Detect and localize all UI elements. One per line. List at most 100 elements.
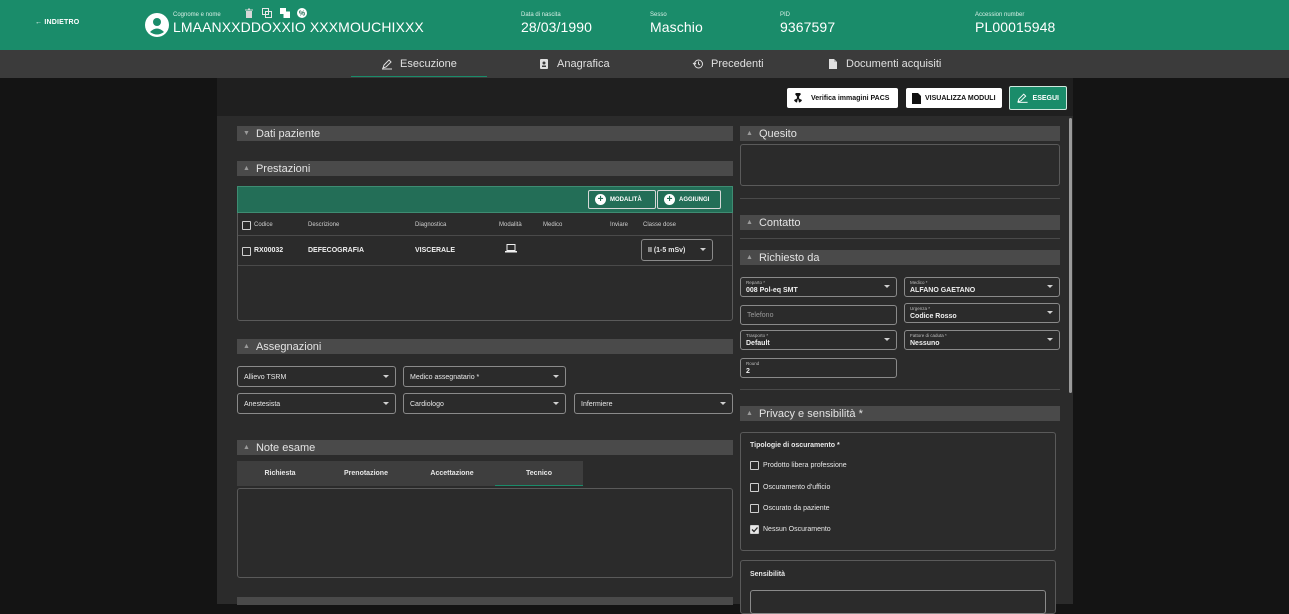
section-privacy[interactable]: ▲ Privacy e sensibilità * <box>740 406 1060 421</box>
chevron-down-icon <box>700 248 706 251</box>
svg-text:%: % <box>299 11 306 18</box>
plus-icon: + <box>595 194 606 205</box>
chevron-up-icon: ▲ <box>746 130 753 137</box>
id-card-icon <box>540 59 548 69</box>
tab-documenti-acquisiti[interactable]: Documenti acquisiti <box>827 50 941 78</box>
section-quesito[interactable]: ▲ Quesito <box>740 126 1060 141</box>
main-tabs: Esecuzione Anagrafica Precedenti Documen… <box>0 50 1289 78</box>
fattore-caduta-select[interactable]: Fattore di caduta * Nessuno <box>904 330 1060 350</box>
checkbox[interactable] <box>750 461 759 470</box>
document-icon <box>912 92 921 104</box>
plus-icon: + <box>664 194 675 205</box>
modalita-button[interactable]: + MODALITÀ <box>588 190 656 209</box>
section-dati-paziente[interactable]: ▼ Dati paziente <box>237 126 733 141</box>
back-button[interactable]: ← INDIETRO <box>35 19 79 26</box>
trasporto-select[interactable]: Trasporto * Default <box>740 330 897 350</box>
column-header-descrizione[interactable]: Descrizione <box>308 222 339 228</box>
quesito-textarea[interactable] <box>740 144 1060 186</box>
row-checkbox[interactable] <box>242 247 251 256</box>
chevron-down-icon <box>884 338 890 341</box>
pencil-icon <box>1017 93 1028 103</box>
note-textarea[interactable] <box>237 488 733 578</box>
section-richiesto-da[interactable]: ▲ Richiesto da <box>740 250 1060 265</box>
medico-assegnatario-select[interactable]: Medico assegnatario * <box>403 366 566 387</box>
section-contatto[interactable]: ▲ Contatto <box>740 215 1060 230</box>
column-header-classe-dose[interactable]: Classe dose <box>643 222 676 228</box>
sex: Sesso Maschio <box>650 12 703 35</box>
chevron-up-icon: ▲ <box>243 444 250 451</box>
checkbox[interactable] <box>750 483 759 492</box>
section-prestazioni[interactable]: ▲ Prestazioni <box>237 161 733 176</box>
chevron-down-icon <box>553 374 559 378</box>
column-header-medico[interactable]: Medico <box>543 222 562 228</box>
view-modules-button[interactable]: VISUALIZZA MODULI <box>906 88 1002 108</box>
execute-button[interactable]: ESEGUI <box>1009 86 1067 110</box>
accession-number: Accession number PL00015948 <box>975 12 1056 35</box>
privacy-option[interactable]: Oscurato da paziente <box>750 504 830 513</box>
tab-esecuzione[interactable]: Esecuzione <box>351 50 487 78</box>
chevron-down-icon <box>383 374 389 378</box>
column-header-diagnostica[interactable]: Diagnostica <box>415 222 446 228</box>
section-more[interactable] <box>237 597 733 605</box>
chevron-down-icon <box>1047 311 1053 314</box>
table-cell-diagnostica: VISCERALE <box>415 247 456 254</box>
patient-header: ← INDIETRO Cognome e nome LMAANXXDDOXXIO… <box>0 0 1289 50</box>
check-icon <box>751 527 758 533</box>
checkbox[interactable] <box>750 504 759 513</box>
column-header-inviare[interactable]: Inviare <box>610 222 628 228</box>
privacy-option[interactable]: Oscuramento d'ufficio <box>750 483 830 492</box>
round-input[interactable]: Round 2 <box>740 358 897 378</box>
tab-precedenti[interactable]: Precedenti <box>692 50 764 78</box>
table-cell-codice: RX00032 <box>254 247 284 254</box>
anestesista-select[interactable]: Anestesista <box>237 393 396 414</box>
chevron-down-icon <box>884 285 890 288</box>
birth-date: Data di nascita 28/03/1990 <box>521 12 593 35</box>
column-header-codice[interactable]: Codice <box>254 222 273 228</box>
pencil-icon <box>382 59 392 70</box>
urgenza-select[interactable]: Urgenza * Codice Rosso <box>904 303 1060 323</box>
vertical-scrollbar[interactable] <box>1069 118 1072 393</box>
privacy-option[interactable]: Prodotto libera professione <box>750 461 847 470</box>
chevron-up-icon: ▲ <box>746 254 753 261</box>
section-assegnazioni[interactable]: ▲ Assegnazioni <box>237 339 733 354</box>
pid: PID 9367597 <box>780 12 836 35</box>
chevron-down-icon <box>1047 285 1053 288</box>
tab-accettazione[interactable]: Accettazione <box>409 461 495 486</box>
table-cell-descrizione: DEFECOGRAFIA <box>308 247 364 254</box>
infermiere-select[interactable]: Infermiere <box>574 393 733 414</box>
tab-tecnico[interactable]: Tecnico <box>495 461 583 486</box>
tab-prenotazione[interactable]: Prenotazione <box>323 461 409 486</box>
reparto-select[interactable]: Reparto * 008 Pol-eq SMT <box>740 277 897 297</box>
user-avatar-icon <box>145 13 169 37</box>
privacy-title: Tipologie di oscuramento * <box>750 442 840 449</box>
chevron-down-icon <box>720 401 726 405</box>
privacy-option[interactable]: Nessun Oscuramento <box>750 525 831 534</box>
verify-pacs-button[interactable]: Verifica immagini PACS <box>787 88 898 108</box>
history-icon <box>692 59 703 69</box>
laptop-icon <box>505 244 517 253</box>
checkbox-checked[interactable] <box>750 525 759 534</box>
trash-icon[interactable] <box>244 8 254 18</box>
telefono-input[interactable]: Telefono <box>740 305 897 325</box>
medico-select[interactable]: Medico * ALFANO GAETANO <box>904 277 1060 297</box>
cardiologo-select[interactable]: Cardiologo <box>403 393 566 414</box>
aggiungi-button[interactable]: + AGGIUNGI <box>657 190 721 209</box>
tab-anagrafica[interactable]: Anagrafica <box>538 50 610 78</box>
select-all-checkbox[interactable] <box>242 221 251 230</box>
copy-icon[interactable] <box>262 8 272 18</box>
allievo-tsrm-select[interactable]: Allievo TSRM <box>237 366 396 387</box>
document-icon <box>829 59 837 69</box>
column-header-modalita[interactable]: Modalità <box>499 222 522 228</box>
chevron-down-icon <box>553 401 559 405</box>
chevron-up-icon: ▲ <box>746 410 753 417</box>
tab-richiesta[interactable]: Richiesta <box>237 461 323 486</box>
radiation-icon <box>794 93 802 103</box>
section-note-esame[interactable]: ▲ Note esame <box>237 440 733 455</box>
chevron-down-icon <box>383 401 389 405</box>
chevron-up-icon: ▲ <box>243 343 250 350</box>
sensibilita-select[interactable] <box>750 590 1046 614</box>
dose-class-select[interactable]: II (1-5 mSv) <box>641 239 713 261</box>
duplicate-icon[interactable] <box>280 8 290 18</box>
sensibilita-label: Sensibilità <box>750 571 786 578</box>
info-icon[interactable]: % <box>297 8 307 18</box>
